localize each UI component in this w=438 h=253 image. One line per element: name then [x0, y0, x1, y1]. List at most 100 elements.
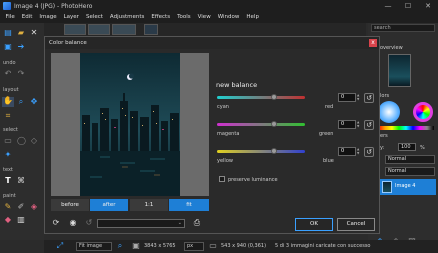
ellipse-select-icon[interactable]: ◯	[17, 137, 26, 145]
color-wheel-icon[interactable]	[413, 102, 433, 122]
text-style-icon[interactable]: ⌘	[17, 177, 25, 185]
lasso-select-icon[interactable]: ◇	[30, 137, 38, 145]
unit-select[interactable]: px	[184, 242, 204, 251]
zoom-tool-icon[interactable]: ⌕	[17, 98, 25, 106]
reset-view-icon[interactable]: ↺	[85, 219, 93, 227]
close-doc-icon[interactable]: ✕	[30, 29, 38, 37]
open-folder-icon[interactable]: ▰	[17, 29, 25, 37]
menu-effects[interactable]: Effects	[148, 12, 174, 23]
blue-label: blue	[323, 158, 334, 164]
zoom-select[interactable]: Fit image	[76, 242, 112, 251]
yellow-blue-reset-button[interactable]: ↺	[364, 147, 374, 157]
rotate-icon[interactable]: ⟳	[52, 219, 60, 227]
overview-thumbnail[interactable]	[388, 54, 411, 87]
yellow-blue-spinner[interactable]: ▲ ▼	[357, 147, 361, 156]
search-input[interactable]: search	[371, 24, 435, 32]
brush-tool-icon[interactable]: ✎	[4, 203, 12, 211]
magic-wand-icon[interactable]: ✦	[4, 151, 12, 159]
fill-tool-icon[interactable]: ◆	[4, 216, 12, 224]
redo-icon[interactable]: ↷	[17, 70, 25, 78]
text-tool-icon[interactable]: T	[4, 177, 12, 185]
yellow-blue-slider-knob[interactable]	[271, 148, 277, 154]
image-size-icon: ▣	[132, 241, 140, 250]
menu-image[interactable]: Image	[36, 12, 60, 23]
menu-view[interactable]: View	[194, 12, 214, 23]
hand-tool-icon[interactable]: ✋	[2, 97, 14, 107]
menu-bar: File Edit Image Layer Select Adjustments…	[0, 12, 438, 23]
fit-tab[interactable]: fit	[169, 199, 209, 211]
cancel-button[interactable]: Cancel	[337, 218, 375, 231]
yellow-blue-slider[interactable]	[217, 150, 305, 153]
fit-screen-icon[interactable]: ⤢	[56, 242, 64, 250]
eraser-tool-icon[interactable]: ◈	[30, 203, 38, 211]
blend-mode-select-2[interactable]: Normal	[385, 167, 435, 176]
export-icon[interactable]: ➔	[17, 43, 25, 51]
color-picker-circle[interactable]	[378, 101, 400, 123]
close-window-button[interactable]: ✕	[418, 0, 438, 12]
minimize-button[interactable]: —	[378, 0, 398, 12]
before-tab[interactable]: before	[51, 199, 89, 211]
pencil-tool-icon[interactable]: ✐	[17, 203, 25, 211]
move-tool-icon[interactable]: ✥	[30, 98, 38, 106]
compare-icon[interactable]: ◉	[69, 219, 77, 227]
actual-size-tab[interactable]: 1:1	[130, 199, 168, 211]
rect-select-icon[interactable]: ▭	[4, 137, 12, 145]
ok-button[interactable]: OK	[295, 218, 333, 231]
opacity-label: y:	[380, 145, 385, 151]
document-tabs	[44, 23, 366, 36]
menu-layer[interactable]: Layer	[60, 12, 82, 23]
doc-tab-thumb-1[interactable]	[64, 24, 86, 35]
menu-tools[interactable]: Tools	[174, 12, 195, 23]
window-title: Image 4 (JPG) - PhotoHero	[14, 2, 93, 10]
export-preset-icon[interactable]: ⎙	[193, 219, 201, 227]
layer-thumbnail	[382, 181, 392, 193]
cyan-red-reset-button[interactable]: ↺	[364, 93, 374, 103]
magenta-label: magenta	[217, 131, 240, 137]
preview-image[interactable]	[80, 53, 180, 196]
doc-tab-thumb-4[interactable]	[144, 24, 158, 35]
doc-tab-thumb-2[interactable]	[88, 24, 110, 35]
layer-row[interactable]: Image 4	[380, 179, 436, 195]
magenta-green-spinner[interactable]: ▲ ▼	[357, 120, 361, 129]
preview-area	[51, 53, 209, 196]
chevron-down-icon: ⌄	[177, 220, 182, 226]
dialog-close-button[interactable]: x	[369, 39, 377, 47]
cyan-red-slider-knob[interactable]	[271, 94, 277, 100]
gradient-tool-icon[interactable]: ▥	[17, 216, 25, 224]
preset-select[interactable]: ⌄	[97, 219, 185, 228]
zoom-icon[interactable]: ⌕	[116, 242, 124, 250]
blend-mode-select-1[interactable]: Normal	[385, 155, 435, 164]
maximize-button[interactable]: ☐	[398, 0, 418, 12]
selection-size-icon: ▭	[209, 241, 217, 250]
undo-icon[interactable]: ↶	[4, 70, 12, 78]
menu-file[interactable]: File	[2, 12, 18, 23]
save-icon[interactable]: ▣	[4, 43, 12, 51]
status-bar: ⤢ Fit image ⌕ ▣ 3843 x 5765 px ▭ 543 x 9…	[44, 240, 438, 253]
opacity-input[interactable]: 100	[398, 143, 416, 151]
new-file-icon[interactable]: ▤	[4, 29, 12, 37]
menu-window[interactable]: Window	[214, 12, 243, 23]
magenta-green-slider-knob[interactable]	[271, 121, 277, 127]
menu-select[interactable]: Select	[82, 12, 106, 23]
preserve-luminance-checkbox[interactable]	[219, 176, 225, 182]
section-select: select	[3, 127, 18, 133]
menu-edit[interactable]: Edit	[18, 12, 36, 23]
yellow-blue-value[interactable]: 0	[338, 147, 356, 156]
layer-name: Image 4	[395, 183, 416, 189]
magenta-green-value[interactable]: 0	[338, 120, 356, 129]
cyan-red-slider[interactable]	[217, 96, 305, 99]
color-swatch-strip[interactable]	[378, 126, 434, 130]
menu-help[interactable]: Help	[243, 12, 263, 23]
after-tab[interactable]: after	[90, 199, 128, 211]
layers-label: ers	[380, 133, 388, 139]
cyan-label: cyan	[217, 104, 229, 110]
doc-tab-thumb-3[interactable]	[112, 24, 136, 35]
crop-tool-icon[interactable]: ⌗	[4, 112, 12, 120]
section-layout: layout	[3, 87, 19, 93]
cyan-red-spinner[interactable]: ▲ ▼	[357, 93, 361, 102]
menu-adjustments[interactable]: Adjustments	[106, 12, 147, 23]
magenta-green-slider[interactable]	[217, 123, 305, 126]
magenta-green-reset-button[interactable]: ↺	[364, 120, 374, 130]
cyan-red-value[interactable]: 0	[338, 93, 356, 102]
app-logo-icon	[3, 2, 11, 10]
